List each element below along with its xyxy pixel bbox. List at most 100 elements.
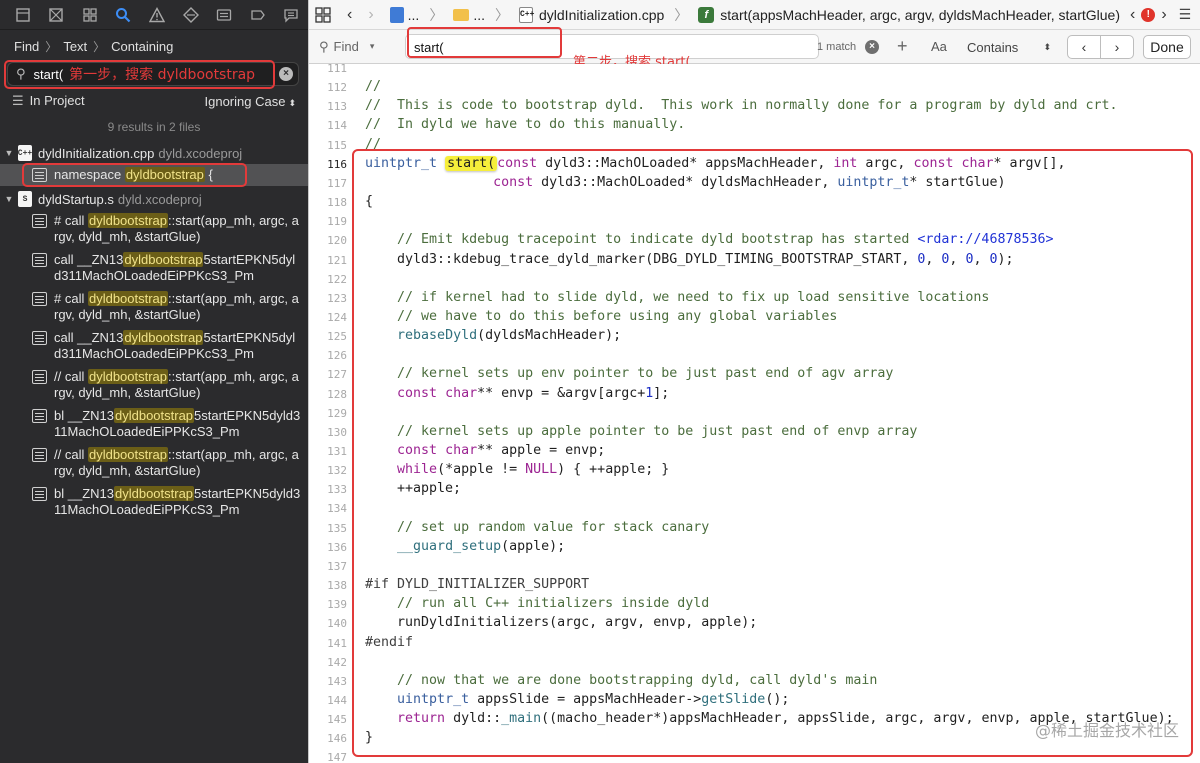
line-number[interactable]: 111 xyxy=(309,64,347,75)
find-mode-popup[interactable]: ⚲ Find ▾ xyxy=(319,39,405,55)
code-line[interactable]: // xyxy=(365,79,381,94)
result-file-row[interactable]: ▼ S dyldStartup.s dyld.xcodeproj xyxy=(0,188,308,210)
code-line[interactable]: while(*apple != NULL) { ++apple; } xyxy=(365,462,669,477)
search-result-item[interactable]: call __ZN13dyldbootstrap5startEPKN5dyld3… xyxy=(32,252,302,284)
editor-options-icon[interactable]: ☰ xyxy=(1179,6,1192,23)
code-line[interactable]: { xyxy=(365,194,373,209)
code-line[interactable]: // This is code to bootstrap dyld. This … xyxy=(365,98,1118,113)
line-number[interactable]: 123 xyxy=(309,292,347,305)
match-style-popup[interactable]: Contains ⬍ xyxy=(957,35,1057,59)
line-number[interactable]: 146 xyxy=(309,732,347,745)
jump-bar-file[interactable]: C++ dyldInitialization.cpp xyxy=(519,6,664,23)
code-line[interactable]: // Emit kdebug tracepoint to indicate dy… xyxy=(365,232,1053,247)
search-result-item[interactable]: // call dyldbootstrap::start(app_mh, arg… xyxy=(32,369,302,401)
code-line[interactable]: // run all C++ initializers inside dyld xyxy=(365,596,709,611)
line-number[interactable]: 121 xyxy=(309,254,347,267)
ignoring-case-popup[interactable]: Ignoring Case ⬍ xyxy=(205,94,297,109)
line-number[interactable]: 113 xyxy=(309,100,347,113)
disclosure-triangle-icon[interactable]: ▼ xyxy=(0,148,18,158)
line-number[interactable]: 112 xyxy=(309,81,347,94)
code-line[interactable]: // now that we are done bootstrapping dy… xyxy=(365,673,877,688)
line-number[interactable]: 147 xyxy=(309,751,347,763)
disclosure-triangle-icon[interactable]: ▼ xyxy=(0,194,18,204)
line-number[interactable]: 138 xyxy=(309,579,347,592)
line-number[interactable]: 125 xyxy=(309,330,347,343)
line-number[interactable]: 131 xyxy=(309,445,347,458)
project-navigator-icon[interactable] xyxy=(6,0,40,30)
back-arrow-icon[interactable]: ‹ xyxy=(347,6,352,24)
report-navigator-icon[interactable] xyxy=(275,0,309,30)
line-number[interactable]: 143 xyxy=(309,675,347,688)
forward-arrow-icon[interactable]: › xyxy=(368,6,373,24)
code-line[interactable]: // if kernel had to slide dyld, we need … xyxy=(365,290,989,305)
code-line[interactable]: // we have to do this before using any g… xyxy=(365,309,837,324)
add-pattern-icon[interactable]: + xyxy=(897,36,908,57)
search-result-item[interactable]: // call dyldbootstrap::start(app_mh, arg… xyxy=(32,447,302,479)
line-number[interactable]: 136 xyxy=(309,541,347,554)
search-result-item[interactable]: # call dyldbootstrap::start(app_mh, argc… xyxy=(32,213,302,245)
related-items-icon[interactable] xyxy=(315,6,331,23)
breakpoint-navigator-icon[interactable] xyxy=(241,0,275,30)
line-number[interactable]: 124 xyxy=(309,311,347,324)
code-line[interactable]: // kernel sets up env pointer to be just… xyxy=(365,366,893,381)
issue-navigator-icon[interactable] xyxy=(140,0,174,30)
navigator-search-value[interactable]: start( xyxy=(34,67,64,82)
line-number[interactable]: 119 xyxy=(309,215,347,228)
find-navigator-icon[interactable] xyxy=(107,0,141,30)
find-path-containing[interactable]: Containing xyxy=(111,39,173,54)
jump-bar-function[interactable]: f start(appsMachHeader, argc, argv, dyld… xyxy=(698,6,1120,23)
line-number-gutter[interactable]: 111 112 113 114 115 116 117 118 119 120 121 122 123 1… xyxy=(309,64,351,763)
code-line[interactable]: rebaseDyld(dyldsMachHeader); xyxy=(365,328,621,343)
find-done-button[interactable]: Done xyxy=(1143,35,1191,59)
find-path-find[interactable]: Find xyxy=(14,39,39,54)
line-number[interactable]: 129 xyxy=(309,407,347,420)
code-line[interactable]: // In dyld we have to do this manually. xyxy=(365,117,685,132)
test-navigator-icon[interactable] xyxy=(174,0,208,30)
line-number[interactable]: 114 xyxy=(309,119,347,132)
line-number[interactable]: 144 xyxy=(309,694,347,707)
previous-issue-icon[interactable]: ‹ xyxy=(1130,6,1135,24)
line-number[interactable]: 115 xyxy=(309,139,347,152)
line-number[interactable]: 139 xyxy=(309,598,347,611)
code-line[interactable]: ++apple; xyxy=(365,481,461,496)
clear-find-icon[interactable]: × xyxy=(865,40,879,54)
code-line[interactable]: const char** envp = &argv[argc+1]; xyxy=(365,386,669,401)
find-previous-button[interactable]: ‹ xyxy=(1067,35,1101,59)
code-line[interactable]: #endif xyxy=(365,635,413,650)
match-case-button[interactable]: Aa xyxy=(931,39,947,54)
search-result-item[interactable]: bl __ZN13dyldbootstrap5startEPKN5dyld311… xyxy=(32,486,302,518)
search-result-item[interactable]: call __ZN13dyldbootstrap5startEPKN5dyld3… xyxy=(32,330,302,362)
search-result-item[interactable]: bl __ZN13dyldbootstrap5startEPKN5dyld311… xyxy=(32,408,302,440)
code-line[interactable]: } xyxy=(365,730,373,745)
line-number[interactable]: 118 xyxy=(309,196,347,209)
line-number[interactable]: 140 xyxy=(309,617,347,630)
line-number[interactable]: 137 xyxy=(309,560,347,573)
line-number[interactable]: 116 xyxy=(309,158,347,171)
code-line[interactable]: // set up random value for stack canary xyxy=(365,520,709,535)
source-control-navigator-icon[interactable] xyxy=(40,0,74,30)
line-number[interactable]: 127 xyxy=(309,368,347,381)
navigator-search-field[interactable]: ⚲ start( 第一步，搜索 dyldbootstrap × xyxy=(7,62,299,86)
code-line[interactable]: #if DYLD_INITIALIZER_SUPPORT xyxy=(365,577,589,592)
jump-bar-project[interactable]: ... xyxy=(389,6,419,23)
line-number[interactable]: 135 xyxy=(309,522,347,535)
clear-search-icon[interactable]: × xyxy=(279,67,293,81)
scope-in-project[interactable]: ☰ In Project xyxy=(12,93,85,109)
find-path-text[interactable]: Text xyxy=(63,39,87,54)
line-number[interactable]: 132 xyxy=(309,464,347,477)
find-next-button[interactable]: › xyxy=(1100,35,1134,59)
code-line[interactable]: const char** apple = envp; xyxy=(365,443,605,458)
error-indicator-icon[interactable]: ! xyxy=(1141,7,1156,22)
line-number[interactable]: 126 xyxy=(309,349,347,362)
line-number[interactable]: 122 xyxy=(309,273,347,286)
line-number[interactable]: 141 xyxy=(309,637,347,650)
line-number[interactable]: 133 xyxy=(309,483,347,496)
line-number[interactable]: 117 xyxy=(309,177,347,190)
search-result-item[interactable]: namespace dyldbootstrap { xyxy=(32,167,302,183)
line-number[interactable]: 145 xyxy=(309,713,347,726)
symbol-navigator-icon[interactable] xyxy=(73,0,107,30)
code-line[interactable]: // kernel sets up apple pointer to be ju… xyxy=(365,424,917,439)
search-result-item[interactable]: # call dyldbootstrap::start(app_mh, argc… xyxy=(32,291,302,323)
code-line[interactable]: // xyxy=(365,137,381,152)
next-issue-icon[interactable]: › xyxy=(1161,6,1166,24)
